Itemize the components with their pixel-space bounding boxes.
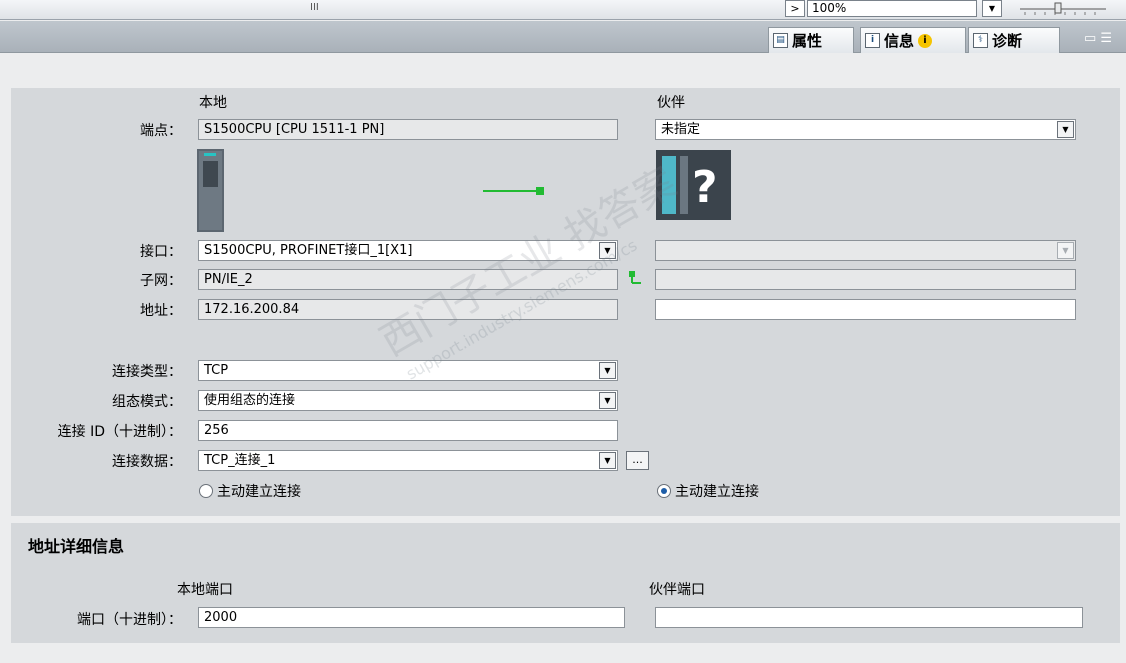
- info-badge-icon: i: [918, 33, 933, 48]
- conn-type-value: TCP: [204, 363, 229, 378]
- local-port-header: 本地端口: [177, 582, 233, 598]
- cpu-device-icon: [197, 149, 224, 232]
- zoom-slider[interactable]: [1020, 2, 1106, 16]
- next-button[interactable]: >: [785, 0, 805, 17]
- interface-label: 接口：: [140, 244, 182, 260]
- window-buttons[interactable]: ▭ ☰: [1084, 31, 1112, 46]
- tab-info[interactable]: i 信息 i: [860, 27, 966, 53]
- endpoint-local-field: S1500CPU [CPU 1511-1 PN]: [198, 119, 618, 140]
- chevron-down-icon[interactable]: ▼: [599, 452, 616, 469]
- address-label: 地址：: [140, 303, 182, 319]
- tab-label: 属性: [792, 31, 823, 50]
- interface-local-select[interactable]: S1500CPU, PROFINET接口_1[X1] ▼: [198, 240, 618, 261]
- subnet-local-field: PN/IE_2: [198, 269, 618, 290]
- radio-label: 主动建立连接: [675, 484, 759, 500]
- zoom-field[interactable]: 100%: [807, 0, 977, 17]
- scrollbar-grip[interactable]: III: [310, 2, 319, 13]
- partner-header: 伙伴: [657, 95, 685, 111]
- local-header: 本地: [199, 95, 227, 111]
- tab-diagnostics[interactable]: ⚕ 诊断: [968, 27, 1060, 53]
- tab-label: 诊断: [992, 31, 1023, 50]
- interface-partner-select: ▼: [655, 240, 1076, 261]
- network-icon: [628, 270, 642, 286]
- conn-data-value: TCP_连接_1: [204, 453, 276, 468]
- chevron-down-icon: ▼: [1057, 242, 1074, 259]
- conn-data-label: 连接数据：: [112, 454, 182, 470]
- address-partner-input[interactable]: [655, 299, 1076, 320]
- config-mode-value: 使用组态的连接: [204, 393, 296, 408]
- conn-type-label: 连接类型：: [112, 364, 182, 380]
- conn-data-browse-button[interactable]: ...: [626, 451, 649, 470]
- endpoint-partner-value: 未指定: [661, 122, 701, 137]
- address-details-title: 地址详细信息: [28, 537, 125, 556]
- active-local-radio[interactable]: 主动建立连接: [199, 481, 301, 501]
- address-local-field: 172.16.200.84: [198, 299, 618, 320]
- radio-unchecked-icon: [199, 484, 213, 498]
- radio-checked-icon: [657, 484, 671, 498]
- conn-data-select[interactable]: TCP_连接_1 ▼: [198, 450, 618, 471]
- endpoint-label: 端点：: [140, 123, 182, 139]
- chevron-down-icon[interactable]: ▼: [599, 362, 616, 379]
- config-mode-select[interactable]: 使用组态的连接 ▼: [198, 390, 618, 411]
- port-label: 端口（十进制）：: [77, 612, 182, 628]
- tab-properties[interactable]: ▤ 属性: [768, 27, 854, 53]
- info-icon: i: [865, 33, 880, 48]
- endpoint-partner-select[interactable]: 未指定 ▼: [655, 119, 1076, 140]
- subnet-label: 子网：: [140, 273, 182, 289]
- subnet-partner-field: [655, 269, 1076, 290]
- active-partner-radio[interactable]: 主动建立连接: [657, 481, 759, 501]
- local-port-input[interactable]: 2000: [198, 607, 625, 628]
- connection-line-icon: [483, 185, 545, 195]
- unknown-glyph: ?: [692, 162, 718, 213]
- interface-local-value: S1500CPU, PROFINET接口_1[X1]: [204, 243, 413, 258]
- tab-label: 信息: [884, 31, 915, 50]
- radio-label: 主动建立连接: [217, 484, 301, 500]
- chevron-down-icon[interactable]: ▼: [599, 392, 616, 409]
- chevron-down-icon[interactable]: ▼: [1057, 121, 1074, 138]
- conn-id-label: 连接 ID（十进制）：: [57, 424, 182, 440]
- config-mode-label: 组态模式：: [112, 394, 182, 410]
- chevron-down-icon[interactable]: ▼: [599, 242, 616, 259]
- unknown-device-icon: ?: [656, 150, 731, 220]
- diagnostics-icon: ⚕: [973, 33, 988, 48]
- zoom-dropdown-button[interactable]: ▼: [982, 0, 1002, 17]
- conn-id-input[interactable]: 256: [198, 420, 618, 441]
- partner-port-header: 伙伴端口: [649, 582, 705, 598]
- partner-port-input[interactable]: [655, 607, 1083, 628]
- properties-icon: ▤: [773, 33, 788, 48]
- conn-type-select[interactable]: TCP ▼: [198, 360, 618, 381]
